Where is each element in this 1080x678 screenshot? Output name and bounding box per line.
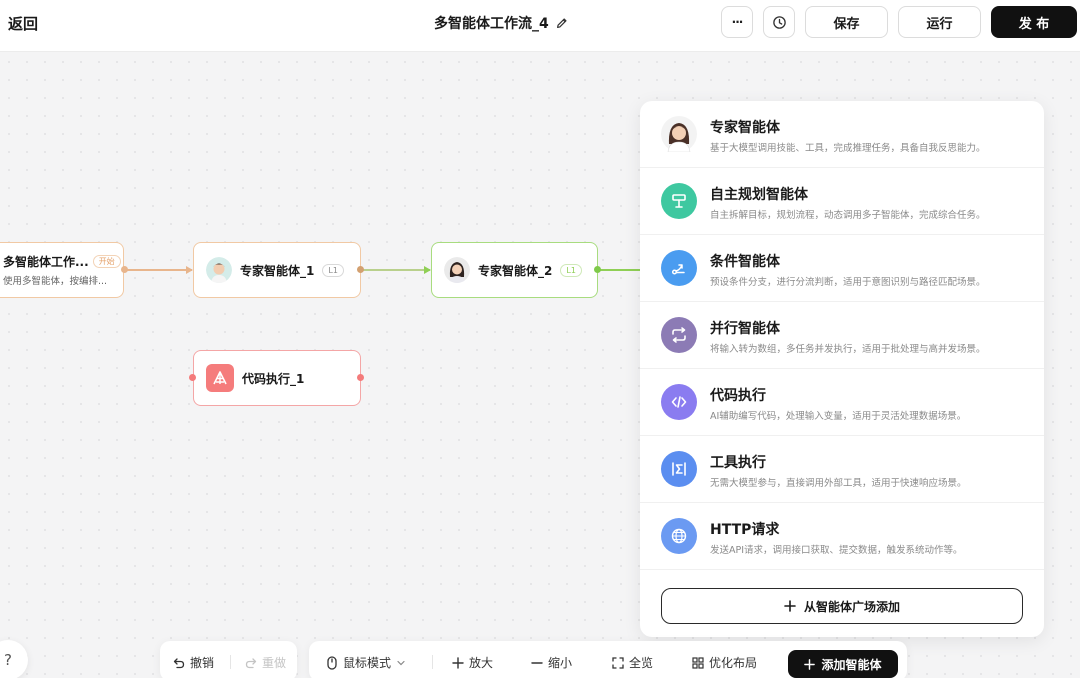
- expert-node-1-label: 专家智能体_1: [240, 263, 315, 278]
- panel-item-http-request[interactable]: HTTP请求 发送API请求，调用接口获取、提交数据，触发系统动作等。: [640, 503, 1044, 570]
- redo-icon: [245, 657, 257, 668]
- fullscreen-icon: [612, 656, 624, 669]
- minus-icon: [531, 661, 543, 664]
- expert-male-avatar: [206, 257, 232, 283]
- expert-agent-avatar-icon: [661, 116, 697, 152]
- add-agent-label: 添加智能体: [821, 657, 882, 672]
- panel-item-desc: 自主拆解目标，规划流程，动态调用多子智能体，完成综合任务。: [710, 210, 986, 221]
- fit-view-label: 全览: [629, 656, 654, 670]
- sigma-icon: [661, 451, 697, 487]
- start-node[interactable]: 多智能体工作... 开始 使用多智能体，按编排...: [0, 242, 124, 298]
- optimize-layout-label: 优化布局: [709, 656, 758, 670]
- help-icon: ?: [4, 651, 12, 669]
- add-from-plaza-label: 从智能体广场添加: [803, 599, 900, 614]
- panel-item-title: 并行智能体: [710, 321, 780, 337]
- expert-node-1[interactable]: 专家智能体_1 L1: [193, 242, 361, 298]
- redo-button[interactable]: 重做: [245, 654, 286, 671]
- expert-node-2-tag: L1: [560, 263, 582, 277]
- panel-item-parallel-agent[interactable]: 并行智能体 将输入转为数组，多任务并发执行，适用于批处理与高并发场景。: [640, 302, 1044, 369]
- start-node-out-port[interactable]: [121, 266, 128, 273]
- code-exec-node-out-port[interactable]: [357, 374, 364, 381]
- panel-item-desc: 发送API请求，调用接口获取、提交数据，触发系统动作等。: [710, 545, 963, 556]
- panel-item-desc: AI辅助编写代码，处理输入变量，适用于灵活处理数据场景。: [710, 411, 967, 422]
- branch-icon: [661, 250, 697, 286]
- panel-item-code-execution[interactable]: 代码执行 AI辅助编写代码，处理输入变量，适用于灵活处理数据场景。: [640, 369, 1044, 436]
- zoom-in-button[interactable]: 放大: [452, 654, 493, 671]
- chevron-down-icon: [397, 660, 405, 665]
- start-node-tag: 开始: [92, 255, 121, 268]
- panel-item-title: 条件智能体: [710, 254, 780, 270]
- zoom-in-label: 放大: [469, 656, 494, 670]
- panel-item-title: 工具执行: [710, 455, 766, 471]
- panel-item-title: HTTP请求: [710, 522, 780, 538]
- plus-icon: [452, 656, 464, 669]
- mouse-icon: [327, 655, 337, 670]
- code-exec-node-icon: [206, 364, 234, 392]
- expert-node-1-out-port[interactable]: [357, 266, 364, 273]
- panel-item-desc: 预设条件分支，进行分流判断，适用于意图识别与路径匹配场景。: [710, 277, 986, 288]
- panel-item-condition-agent[interactable]: 条件智能体 预设条件分支，进行分流判断，适用于意图识别与路径匹配场景。: [640, 235, 1044, 302]
- panel-item-title: 自主规划智能体: [710, 187, 808, 203]
- code-icon: [661, 384, 697, 420]
- history-toolbar: 撤销 重做: [160, 641, 297, 678]
- zoom-out-label: 缩小: [548, 656, 573, 670]
- undo-label: 撤销: [190, 656, 215, 670]
- tower-icon: [213, 371, 227, 385]
- mouse-mode-dropdown[interactable]: 鼠标模式: [326, 654, 406, 671]
- add-agent-button[interactable]: 添加智能体: [788, 650, 898, 678]
- code-exec-node-in-port[interactable]: [189, 374, 196, 381]
- plus-icon: [784, 600, 796, 612]
- parallel-icon: [661, 317, 697, 353]
- panel-item-title: 专家智能体: [710, 120, 780, 136]
- undo-icon: [173, 657, 185, 668]
- code-exec-node-1[interactable]: 代码执行_1: [193, 350, 361, 406]
- panel-item-title: 代码执行: [710, 388, 766, 404]
- redo-label: 重做: [262, 656, 287, 670]
- panel-item-desc: 将输入转为数组，多任务并发执行，适用于批处理与高并发场景。: [710, 344, 986, 355]
- panel-item-tool-execution[interactable]: 工具执行 无需大模型参与，直接调用外部工具，适用于快速响应场景。: [640, 436, 1044, 503]
- toolbar-divider: [432, 655, 433, 669]
- code-exec-node-1-label: 代码执行_1: [242, 371, 305, 386]
- start-node-label: 多智能体工作...: [3, 255, 89, 269]
- panel-item-desc: 基于大模型调用技能、工具，完成推理任务，具备自我反思能力。: [710, 143, 986, 154]
- fit-view-button[interactable]: 全览: [612, 654, 653, 671]
- optimize-layout-button[interactable]: 优化布局: [692, 654, 757, 671]
- expert-node-2-label: 专家智能体_2: [478, 263, 553, 278]
- canvas-toolbar: 鼠标模式 放大 缩小 全览 优化布局 添加智能体: [309, 641, 907, 678]
- expert-female-avatar: [444, 257, 470, 283]
- expert-node-2-out-port[interactable]: [594, 266, 601, 273]
- plus-icon: [804, 658, 816, 670]
- start-node-header: 多智能体工作... 开始: [3, 253, 121, 270]
- zoom-out-button[interactable]: 缩小: [531, 654, 572, 671]
- add-from-plaza-button[interactable]: 从智能体广场添加: [661, 588, 1023, 624]
- toolbar-divider: [230, 655, 231, 669]
- signpost-icon: [661, 183, 697, 219]
- mouse-mode-label: 鼠标模式: [343, 656, 392, 670]
- expert-node-1-tag: L1: [322, 263, 344, 277]
- globe-icon: [661, 518, 697, 554]
- panel-item-desc: 无需大模型参与，直接调用外部工具，适用于快速响应场景。: [710, 478, 967, 489]
- agent-type-panel: 专家智能体 基于大模型调用技能、工具，完成推理任务，具备自我反思能力。 自主规划…: [640, 101, 1044, 637]
- expert-node-2[interactable]: 专家智能体_2 L1: [431, 242, 598, 298]
- start-node-desc: 使用多智能体，按编排...: [3, 276, 108, 287]
- panel-item-autonomous-planning-agent[interactable]: 自主规划智能体 自主拆解目标，规划流程，动态调用多子智能体，完成综合任务。: [640, 168, 1044, 235]
- edge-arrow-1: [186, 266, 193, 274]
- layout-grid-icon: [692, 656, 704, 669]
- edge-arrow-2: [424, 266, 431, 274]
- panel-item-expert-agent[interactable]: 专家智能体 基于大模型调用技能、工具，完成推理任务，具备自我反思能力。: [640, 101, 1044, 168]
- undo-button[interactable]: 撤销: [173, 654, 214, 671]
